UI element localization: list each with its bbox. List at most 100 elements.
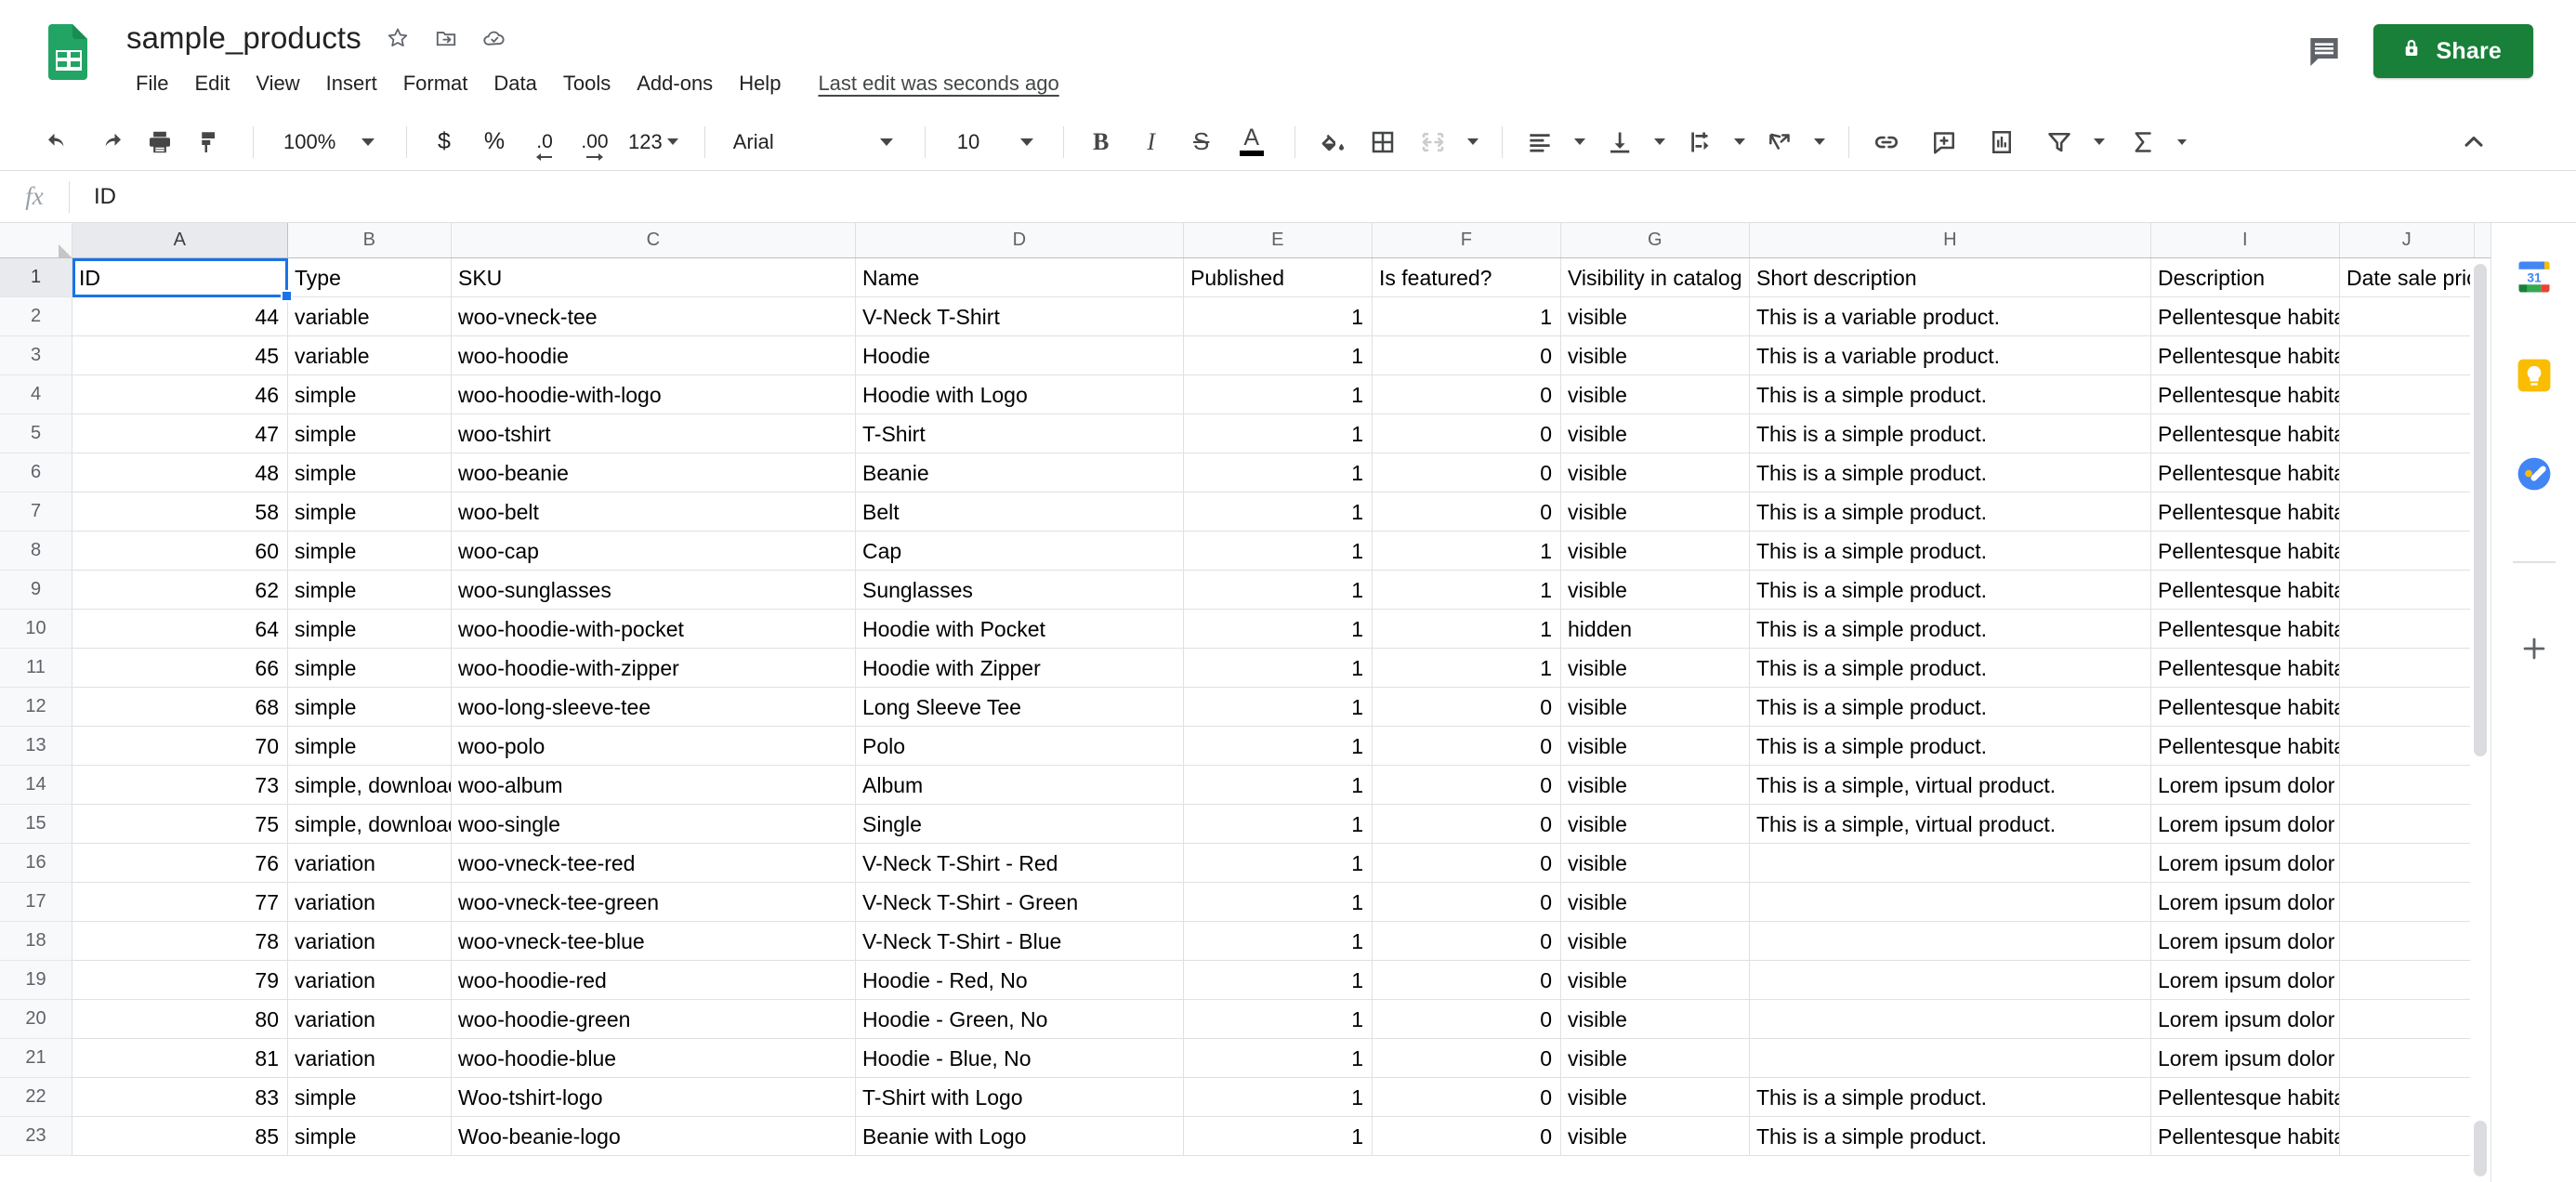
column-header-A[interactable]: A: [72, 223, 288, 257]
cell-D7[interactable]: Belt: [856, 492, 1184, 532]
cell-G8[interactable]: visible: [1561, 532, 1750, 571]
cell-C23[interactable]: Woo-beanie-logo: [452, 1117, 856, 1156]
cell-H21[interactable]: [1750, 1039, 2151, 1078]
row-header-1[interactable]: 1: [0, 258, 72, 297]
cell-D17[interactable]: V-Neck T-Shirt - Green: [856, 883, 1184, 922]
cell-G6[interactable]: visible: [1561, 453, 1750, 492]
cell-F1[interactable]: Is featured?: [1373, 258, 1561, 297]
cell-B16[interactable]: variation: [288, 844, 452, 883]
cell-C11[interactable]: woo-hoodie-with-zipper: [452, 649, 856, 688]
cell-B12[interactable]: simple: [288, 688, 452, 727]
cell-H11[interactable]: This is a simple product.: [1750, 649, 2151, 688]
menu-file[interactable]: File: [123, 67, 181, 100]
cell-G3[interactable]: visible: [1561, 336, 1750, 375]
cell-I6[interactable]: Pellentesque habitant morbi tristique: [2151, 453, 2340, 492]
cell-C21[interactable]: woo-hoodie-blue: [452, 1039, 856, 1078]
row-header-7[interactable]: 7: [0, 492, 72, 532]
row-header-21[interactable]: 21: [0, 1039, 72, 1078]
cell-G5[interactable]: visible: [1561, 414, 1750, 453]
cell-F11[interactable]: 1: [1373, 649, 1561, 688]
functions-dropdown[interactable]: [2171, 120, 2193, 164]
cell-I10[interactable]: Pellentesque habitant morbi tristique: [2151, 610, 2340, 649]
column-header-G[interactable]: G: [1561, 223, 1750, 257]
cell-J4[interactable]: [2340, 375, 2475, 414]
add-on-plus-icon[interactable]: [2512, 626, 2556, 671]
borders-icon[interactable]: [1360, 120, 1405, 164]
cell-A9[interactable]: 62: [72, 571, 288, 610]
cell-B17[interactable]: variation: [288, 883, 452, 922]
cell-H3[interactable]: This is a variable product.: [1750, 336, 2151, 375]
cell-B4[interactable]: simple: [288, 375, 452, 414]
cell-I7[interactable]: Pellentesque habitant morbi tristique: [2151, 492, 2340, 532]
cell-G21[interactable]: visible: [1561, 1039, 1750, 1078]
row-header-22[interactable]: 22: [0, 1078, 72, 1117]
cell-J5[interactable]: [2340, 414, 2475, 453]
cell-F2[interactable]: 1: [1373, 297, 1561, 336]
cell-J18[interactable]: [2340, 922, 2475, 961]
text-color-button[interactable]: A: [1229, 120, 1274, 164]
insert-chart-icon[interactable]: [1979, 120, 2024, 164]
text-rotation-icon[interactable]: [1757, 120, 1802, 164]
cell-D18[interactable]: V-Neck T-Shirt - Blue: [856, 922, 1184, 961]
cell-A10[interactable]: 64: [72, 610, 288, 649]
cell-E1[interactable]: Published: [1184, 258, 1373, 297]
cell-J16[interactable]: [2340, 844, 2475, 883]
cell-F6[interactable]: 0: [1373, 453, 1561, 492]
cell-H9[interactable]: This is a simple product.: [1750, 571, 2151, 610]
cell-A23[interactable]: 85: [72, 1117, 288, 1156]
cell-B7[interactable]: simple: [288, 492, 452, 532]
google-calendar-icon[interactable]: 31: [2512, 255, 2556, 299]
cell-J22[interactable]: [2340, 1078, 2475, 1117]
percent-format-button[interactable]: %: [472, 120, 517, 164]
functions-icon[interactable]: [2121, 120, 2165, 164]
cell-F20[interactable]: 0: [1373, 1000, 1561, 1039]
row-header-4[interactable]: 4: [0, 375, 72, 414]
cell-H13[interactable]: This is a simple product.: [1750, 727, 2151, 766]
cell-I22[interactable]: Pellentesque habitant morbi tristique: [2151, 1078, 2340, 1117]
cell-C5[interactable]: woo-tshirt: [452, 414, 856, 453]
cell-C16[interactable]: woo-vneck-tee-red: [452, 844, 856, 883]
cell-D19[interactable]: Hoodie - Red, No: [856, 961, 1184, 1000]
row-header-19[interactable]: 19: [0, 961, 72, 1000]
increase-decimal-button[interactable]: .00: [572, 120, 617, 164]
google-keep-icon[interactable]: [2512, 353, 2556, 398]
cell-J7[interactable]: [2340, 492, 2475, 532]
cell-A14[interactable]: 73: [72, 766, 288, 805]
cell-I15[interactable]: Lorem ipsum dolor sit amet: [2151, 805, 2340, 844]
cell-B20[interactable]: variation: [288, 1000, 452, 1039]
cell-I17[interactable]: Lorem ipsum dolor sit amet: [2151, 883, 2340, 922]
cell-I8[interactable]: Pellentesque habitant morbi tristique: [2151, 532, 2340, 571]
cell-G7[interactable]: visible: [1561, 492, 1750, 532]
column-header-J[interactable]: J: [2340, 223, 2475, 257]
print-icon[interactable]: [138, 120, 182, 164]
cell-D12[interactable]: Long Sleeve Tee: [856, 688, 1184, 727]
cell-B5[interactable]: simple: [288, 414, 452, 453]
select-all-corner[interactable]: [0, 223, 72, 257]
menu-format[interactable]: Format: [390, 67, 481, 100]
cell-C2[interactable]: woo-vneck-tee: [452, 297, 856, 336]
row-header-3[interactable]: 3: [0, 336, 72, 375]
cell-A1[interactable]: ID: [72, 258, 288, 297]
cell-B13[interactable]: simple: [288, 727, 452, 766]
cell-E10[interactable]: 1: [1184, 610, 1373, 649]
cell-A5[interactable]: 47: [72, 414, 288, 453]
cell-A3[interactable]: 45: [72, 336, 288, 375]
cell-A19[interactable]: 79: [72, 961, 288, 1000]
cell-E8[interactable]: 1: [1184, 532, 1373, 571]
cell-G15[interactable]: visible: [1561, 805, 1750, 844]
cell-A17[interactable]: 77: [72, 883, 288, 922]
cell-E23[interactable]: 1: [1184, 1117, 1373, 1156]
horizontal-align-icon[interactable]: [1518, 120, 1562, 164]
cell-J19[interactable]: [2340, 961, 2475, 1000]
cell-C14[interactable]: woo-album: [452, 766, 856, 805]
cell-I11[interactable]: Pellentesque habitant morbi tristique: [2151, 649, 2340, 688]
cell-A22[interactable]: 83: [72, 1078, 288, 1117]
cell-F10[interactable]: 1: [1373, 610, 1561, 649]
cloud-saved-icon[interactable]: [480, 24, 508, 52]
cell-H15[interactable]: This is a simple, virtual product.: [1750, 805, 2151, 844]
cell-J13[interactable]: [2340, 727, 2475, 766]
cell-F18[interactable]: 0: [1373, 922, 1561, 961]
cell-B19[interactable]: variation: [288, 961, 452, 1000]
cell-H6[interactable]: This is a simple product.: [1750, 453, 2151, 492]
cell-C12[interactable]: woo-long-sleeve-tee: [452, 688, 856, 727]
